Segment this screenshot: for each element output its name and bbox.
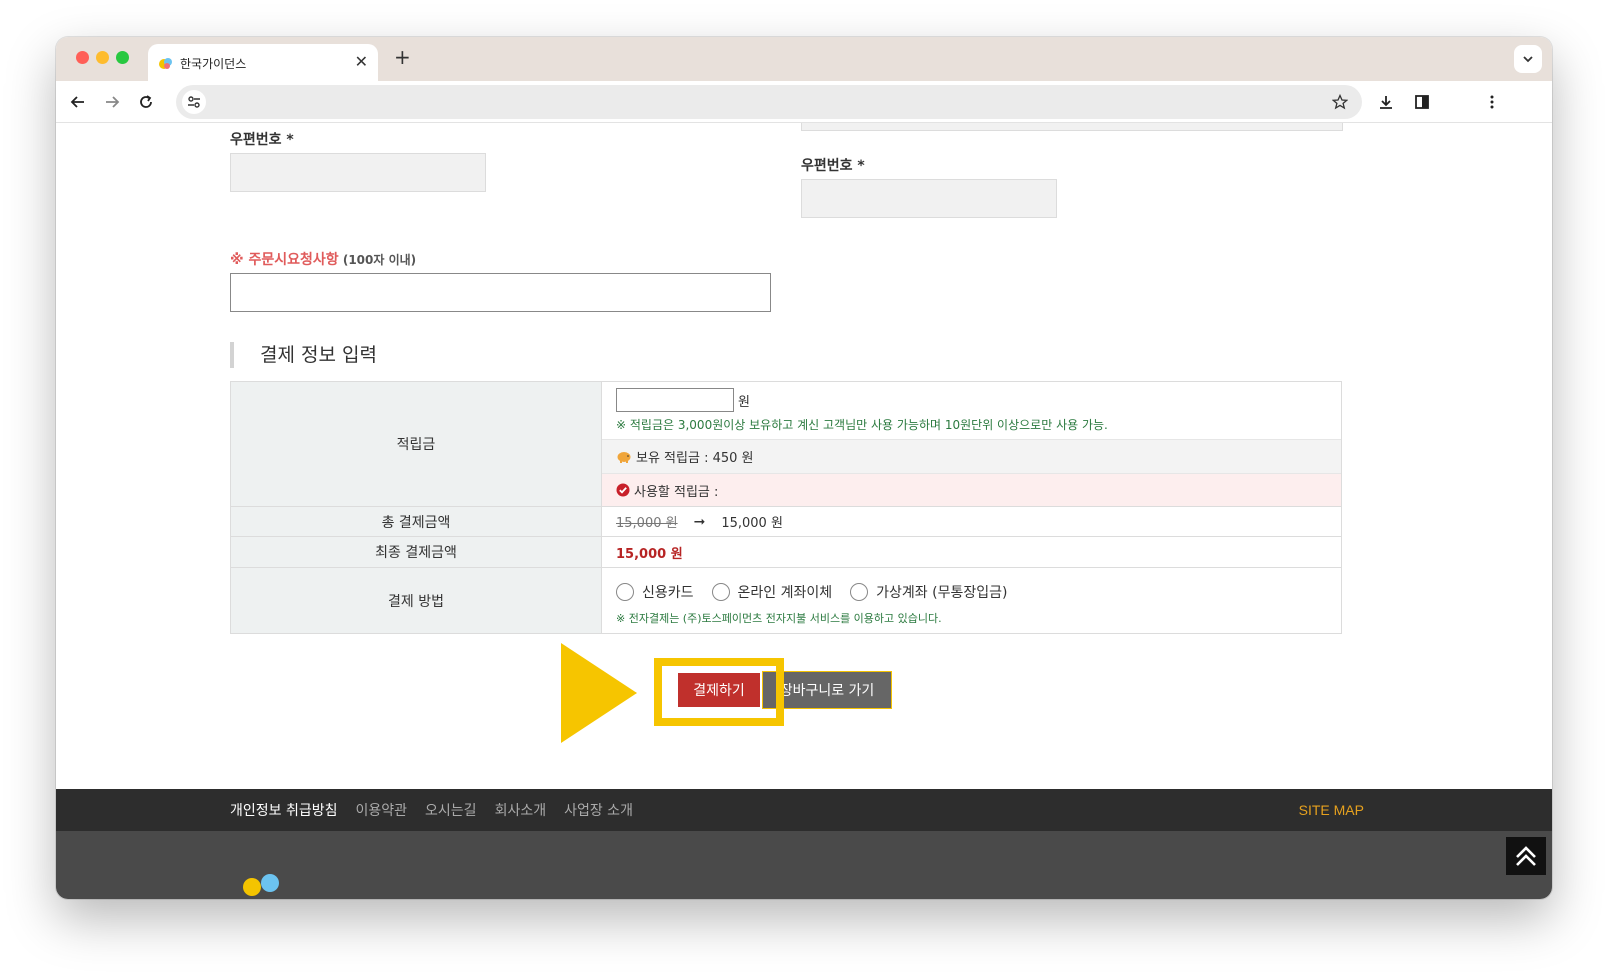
order-request-input[interactable] xyxy=(230,273,771,312)
tab-search-button[interactable] xyxy=(1514,45,1542,73)
address-field-partial[interactable] xyxy=(801,123,1343,131)
more-vert-icon xyxy=(1490,95,1494,109)
double-chevron-up-icon xyxy=(1516,846,1536,866)
scroll-top-button[interactable] xyxy=(1506,837,1546,875)
method-option-virtual[interactable]: 가상계좌 (무통장입금) xyxy=(850,582,1007,602)
total-row: 총 결제금액 15,000 원 ➞ 15,000 원 xyxy=(231,507,1341,537)
points-input[interactable] xyxy=(616,388,734,412)
reload-icon xyxy=(140,95,152,108)
order-request-label: ※ 주문시요청사항 (100자 이내) xyxy=(230,249,416,269)
points-row: 적립금 원 ※ 적립금은 3,000원이상 보유하고 계신 고객님만 사용 가능… xyxy=(231,382,1341,507)
browser-window: 한국가이던스 ✕ + 우편번호 * 우편번호 * ※ 주문시요청사항 (100자… xyxy=(56,37,1552,899)
final-label: 최종 결제금액 xyxy=(231,537,602,567)
method-options: 신용카드 온라인 계좌이체 가상계좌 (무통장입금) xyxy=(616,582,1327,602)
payment-section-title: 결제 정보 입력 xyxy=(230,342,377,368)
address-bar[interactable] xyxy=(176,85,1362,119)
tab-close-icon[interactable]: ✕ xyxy=(355,52,368,71)
forward-button[interactable] xyxy=(100,90,124,114)
payment-table: 적립금 원 ※ 적립금은 3,000원이상 보유하고 계신 고객님만 사용 가능… xyxy=(230,381,1342,634)
final-row: 최종 결제금액 15,000 원 xyxy=(231,537,1341,568)
downloads-button[interactable] xyxy=(1374,90,1398,114)
footer-bar: 개인정보 취급방침 이용약관 오시는길 회사소개 사업장 소개 SITE MAP xyxy=(56,789,1552,831)
radio-virtual[interactable] xyxy=(850,583,869,601)
side-panel-button[interactable] xyxy=(1410,90,1434,114)
method-transfer-label: 온라인 계좌이체 xyxy=(737,585,833,601)
postcode-input-left[interactable] xyxy=(230,153,486,192)
favicon-icon xyxy=(159,58,172,69)
minimize-window-button[interactable] xyxy=(96,51,109,64)
check-circle-icon xyxy=(616,483,630,497)
highlight-box xyxy=(654,658,784,726)
browser-toolbar xyxy=(56,81,1552,123)
points-use: 사용할 적립금 : xyxy=(634,484,719,500)
footer-link-directions[interactable]: 오시는길 xyxy=(425,800,477,820)
arrow-left-icon xyxy=(70,96,84,108)
close-window-button[interactable] xyxy=(76,51,89,64)
method-note: ※ 전자결제는 (주)토스페이먼츠 전자지불 서비스를 이용하고 있습니다. xyxy=(616,612,942,625)
final-value: 15,000 원 xyxy=(616,546,683,562)
arrow-right-icon: ➞ xyxy=(693,513,706,530)
tune-icon xyxy=(188,96,200,108)
footer-links: 개인정보 취급방침 이용약관 오시는길 회사소개 사업장 소개 xyxy=(230,789,651,831)
page-viewport: 우편번호 * 우편번호 * ※ 주문시요청사항 (100자 이내) 결제 정보 … xyxy=(56,123,1552,899)
reload-button[interactable] xyxy=(134,90,158,114)
points-held-area: 보유 적립금 : 450 원 xyxy=(602,440,1341,474)
points-input-area: 원 ※ 적립금은 3,000원이상 보유하고 계신 고객님만 사용 가능하며 1… xyxy=(602,382,1341,440)
footer-link-business[interactable]: 사업장 소개 xyxy=(564,800,633,820)
maximize-window-button[interactable] xyxy=(116,51,129,64)
order-request-title: ※ 주문시요청사항 xyxy=(230,252,339,268)
method-option-card[interactable]: 신용카드 xyxy=(616,582,694,602)
method-row: 결제 방법 신용카드 온라인 계좌이체 가상계좌 (무통장입금) ※ 전자결제는… xyxy=(231,568,1341,633)
total-cell: 15,000 원 ➞ 15,000 원 xyxy=(602,507,1341,536)
piggy-bank-icon xyxy=(617,451,631,463)
footer-link-privacy[interactable]: 개인정보 취급방침 xyxy=(230,800,338,820)
browser-tab[interactable]: 한국가이던스 ✕ xyxy=(148,44,378,81)
order-request-limit: (100자 이내) xyxy=(338,253,417,267)
postcode-label-right: 우편번호 * xyxy=(801,158,865,174)
sitemap-link[interactable]: SITE MAP xyxy=(1299,789,1364,831)
postcode-label-left: 우편번호 * xyxy=(230,132,294,148)
tab-title: 한국가이던스 xyxy=(180,57,247,71)
postcode-input-right[interactable] xyxy=(801,179,1057,218)
star-icon xyxy=(1332,94,1348,110)
points-held: 보유 적립금 : 450 원 xyxy=(636,451,754,466)
tab-strip: 한국가이던스 ✕ + xyxy=(56,37,1552,81)
company-logo-icon xyxy=(243,874,279,896)
radio-transfer[interactable] xyxy=(711,583,730,601)
arrow-right-icon xyxy=(106,96,120,108)
total-original: 15,000 원 xyxy=(616,516,678,531)
method-card-label: 신용카드 xyxy=(642,585,694,601)
footer-link-terms[interactable]: 이용약관 xyxy=(356,800,408,820)
method-virtual-label: 가상계좌 (무통장입금) xyxy=(876,585,1008,601)
points-unit: 원 xyxy=(738,394,750,410)
side-panel-icon xyxy=(1415,95,1429,109)
method-label: 결제 방법 xyxy=(231,568,602,633)
total-label: 총 결제금액 xyxy=(231,507,602,536)
footer-lower xyxy=(56,831,1552,899)
pointer-arrow-icon xyxy=(561,643,637,743)
bookmark-star-button[interactable] xyxy=(1328,90,1352,114)
method-cell: 신용카드 온라인 계좌이체 가상계좌 (무통장입금) ※ 전자결제는 (주)토스… xyxy=(602,568,1341,633)
points-use-area: 사용할 적립금 : xyxy=(602,474,1341,506)
site-info-button[interactable] xyxy=(182,90,206,114)
points-note: ※ 적립금은 3,000원이상 보유하고 계신 고객님만 사용 가능하며 10원… xyxy=(616,418,1108,432)
method-option-transfer[interactable]: 온라인 계좌이체 xyxy=(711,582,833,602)
back-button[interactable] xyxy=(66,90,90,114)
points-label: 적립금 xyxy=(231,382,602,506)
radio-card[interactable] xyxy=(616,583,634,601)
browser-menu-button[interactable] xyxy=(1480,90,1504,114)
new-tab-button[interactable]: + xyxy=(394,45,411,69)
points-cell: 원 ※ 적립금은 3,000원이상 보유하고 계신 고객님만 사용 가능하며 1… xyxy=(602,382,1341,506)
footer-link-about[interactable]: 회사소개 xyxy=(495,800,547,820)
download-icon xyxy=(1380,96,1392,109)
chevron-down-icon xyxy=(1523,56,1533,63)
total-value: 15,000 원 xyxy=(721,516,783,531)
